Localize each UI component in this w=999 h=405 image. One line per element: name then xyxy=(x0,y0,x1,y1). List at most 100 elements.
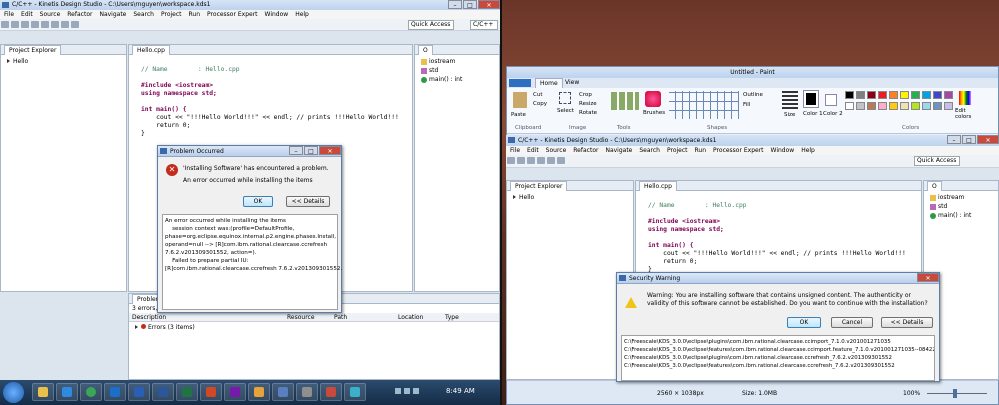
palette-swatch[interactable] xyxy=(845,91,854,99)
palette-swatch[interactable] xyxy=(867,91,876,99)
details-text[interactable]: An error occurred while installing the i… xyxy=(162,214,342,310)
menu-item-run[interactable]: Run xyxy=(189,10,201,19)
close-button[interactable]: ✕ xyxy=(319,146,341,155)
search-icon[interactable] xyxy=(51,21,59,28)
palette-swatch[interactable] xyxy=(878,102,887,110)
tree-item-hello[interactable]: Hello xyxy=(507,191,633,204)
expand-icon[interactable] xyxy=(7,59,10,63)
ok-button[interactable]: OK xyxy=(243,196,273,207)
taskbar-outlook[interactable] xyxy=(104,383,126,401)
cut-button[interactable]: Cut xyxy=(533,92,542,98)
taskbar-onenote[interactable] xyxy=(224,383,246,401)
taskbar-media[interactable] xyxy=(56,383,78,401)
palette-swatch[interactable] xyxy=(933,91,942,99)
errors-row[interactable]: Errors (3 items) xyxy=(129,322,499,333)
outline-item[interactable]: main() : int xyxy=(421,75,493,84)
outline-item[interactable]: std xyxy=(421,66,493,75)
taskbar-lync[interactable] xyxy=(128,383,150,401)
run-icon[interactable] xyxy=(41,21,49,28)
network-icon[interactable] xyxy=(404,388,410,394)
menu-item-navigate[interactable]: Navigate xyxy=(99,10,126,19)
build-icon[interactable] xyxy=(527,157,535,164)
tab-outline[interactable]: O xyxy=(927,181,942,191)
paste-icon[interactable] xyxy=(513,92,527,108)
palette-swatch[interactable] xyxy=(900,102,909,110)
outline-button[interactable]: Outline xyxy=(743,92,763,98)
unsigned-content-list[interactable]: C:\Freescale\KDS_3.0.0\eclipse\plugins\c… xyxy=(621,335,935,381)
column-header[interactable]: Type xyxy=(445,313,485,321)
menu-item-help[interactable]: Help xyxy=(295,10,309,19)
brushes-icon[interactable] xyxy=(645,91,661,107)
expand-icon[interactable] xyxy=(513,195,516,199)
quick-access-input[interactable]: Quick Access xyxy=(914,156,960,166)
menu-item-project[interactable]: Project xyxy=(161,10,182,19)
details-button[interactable]: << Details xyxy=(286,196,330,207)
palette-swatch[interactable] xyxy=(911,102,920,110)
palette-swatch[interactable] xyxy=(944,91,953,99)
list-item[interactable]: C:\Freescale\KDS_3.0.0\eclipse\features\… xyxy=(624,346,934,354)
column-header[interactable]: Resource xyxy=(287,313,334,321)
build-icon[interactable] xyxy=(21,21,29,28)
column-header[interactable]: Location xyxy=(398,313,445,321)
color1-swatch[interactable] xyxy=(803,90,819,108)
rotate-button[interactable]: Rotate xyxy=(579,110,597,116)
edit-colors-icon[interactable] xyxy=(959,91,971,105)
menu-item-file[interactable]: File xyxy=(4,10,14,19)
menu-item-run[interactable]: Run xyxy=(695,146,707,155)
zoom-slider-thumb[interactable] xyxy=(953,389,957,398)
minimize-button[interactable]: – xyxy=(289,146,303,155)
palette-swatch[interactable] xyxy=(867,102,876,110)
list-item[interactable]: C:\Freescale\KDS_3.0.0\eclipse\features\… xyxy=(624,362,932,370)
tools-icons[interactable] xyxy=(611,92,639,110)
tab-hello-cpp[interactable]: Hello.cpp xyxy=(639,181,677,191)
tab-hello-cpp[interactable]: Hello.cpp xyxy=(132,45,170,55)
cancel-button[interactable]: Cancel xyxy=(831,317,873,328)
menu-item-refactor[interactable]: Refactor xyxy=(67,10,92,19)
menu-item-project[interactable]: Project xyxy=(667,146,688,155)
menu-item-edit[interactable]: Edit xyxy=(21,10,33,19)
quick-access-input[interactable]: Quick Access xyxy=(408,20,454,30)
menu-item-navigate[interactable]: Navigate xyxy=(605,146,632,155)
menu-item-edit[interactable]: Edit xyxy=(527,146,539,155)
menu-item-window[interactable]: Window xyxy=(265,10,289,19)
size-icon[interactable] xyxy=(782,91,798,109)
tray-icon[interactable] xyxy=(395,388,401,394)
select-button[interactable]: Select xyxy=(557,108,574,114)
zoom-slider[interactable] xyxy=(927,393,987,394)
fill-button[interactable]: Fill xyxy=(743,102,750,108)
brushes-button[interactable]: Brushes xyxy=(643,110,665,116)
taskbar-excel[interactable] xyxy=(176,383,198,401)
tab-view[interactable]: View xyxy=(561,78,583,88)
menu-item-processor-expert[interactable]: Processor Expert xyxy=(713,146,763,155)
palette-swatch[interactable] xyxy=(856,102,865,110)
ok-button[interactable]: OK xyxy=(787,317,821,328)
shapes-gallery[interactable] xyxy=(669,91,739,119)
taskbar-explorer[interactable] xyxy=(32,383,54,401)
code-area[interactable]: // Name : Hello.cpp #include <iostream> … xyxy=(636,191,921,277)
perspective-button[interactable]: C/C++ xyxy=(470,20,498,30)
run-icon[interactable] xyxy=(547,157,555,164)
palette-swatch[interactable] xyxy=(911,91,920,99)
minimize-button[interactable]: – xyxy=(947,135,961,144)
select-icon[interactable] xyxy=(559,92,571,104)
expand-icon[interactable] xyxy=(135,325,138,329)
size-button[interactable]: Size xyxy=(784,112,795,118)
close-button[interactable]: ✕ xyxy=(977,135,999,144)
outline-item[interactable]: std xyxy=(930,202,992,211)
taskbar-kds[interactable] xyxy=(272,383,294,401)
color2-swatch[interactable] xyxy=(825,94,837,106)
tree-item-hello[interactable]: Hello xyxy=(1,55,126,68)
menu-item-source[interactable]: Source xyxy=(546,146,567,155)
palette-swatch[interactable] xyxy=(889,91,898,99)
color1-button[interactable]: Color 1 xyxy=(803,111,823,117)
column-header[interactable]: Description xyxy=(129,313,287,321)
palette-swatch[interactable] xyxy=(856,91,865,99)
color2-button[interactable]: Color 2 xyxy=(823,111,843,117)
list-item[interactable]: C:\Freescale\KDS_3.0.0\eclipse\plugins\c… xyxy=(624,338,932,346)
back-icon[interactable] xyxy=(61,21,69,28)
palette-swatch[interactable] xyxy=(889,102,898,110)
tab-project-explorer[interactable]: Project Explorer xyxy=(4,45,62,55)
clock[interactable]: 8:49 AM xyxy=(446,387,475,395)
resize-button[interactable]: Resize xyxy=(579,101,597,107)
menu-item-window[interactable]: Window xyxy=(771,146,795,155)
